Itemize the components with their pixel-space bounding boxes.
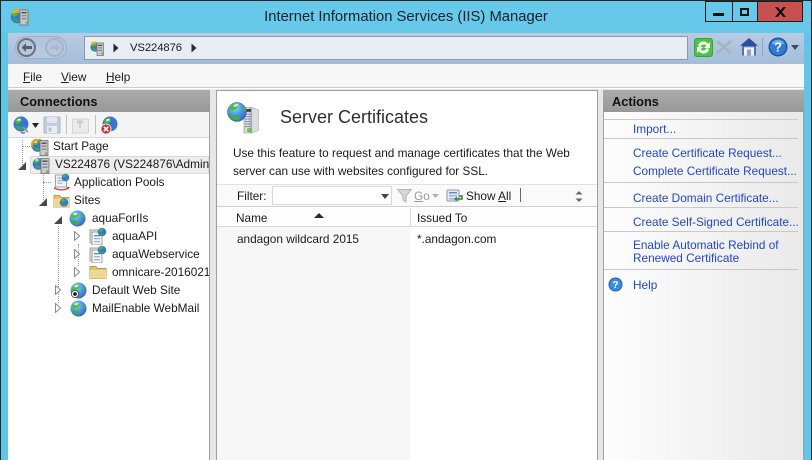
- svg-text:?: ?: [612, 280, 618, 291]
- svg-text:?: ?: [774, 40, 782, 55]
